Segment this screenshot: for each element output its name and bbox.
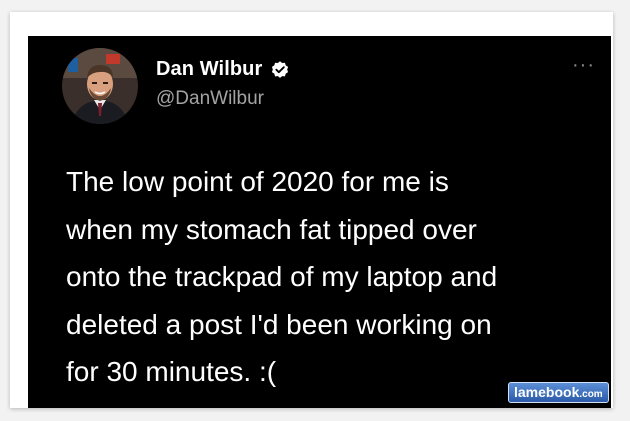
profile-photo-icon [62, 48, 138, 124]
watermark-name: lamebook [514, 384, 580, 400]
more-horizontal-icon[interactable]: ··· [572, 55, 595, 75]
avatar[interactable] [62, 48, 138, 124]
tweet-text: The low point of 2020 for me is when my … [66, 166, 498, 387]
watermark-tld: .com [579, 389, 603, 400]
author-name-row: Dan Wilbur [156, 58, 290, 81]
tweet-card: Dan Wilbur @DanWilbur ··· The low point … [28, 36, 611, 408]
lamebook-watermark: lamebook.com [508, 382, 609, 403]
author-display-name[interactable]: Dan Wilbur [156, 58, 262, 81]
screenshot-frame: Dan Wilbur @DanWilbur ··· The low point … [10, 12, 613, 408]
author-handle[interactable]: @DanWilbur [156, 88, 264, 110]
verified-badge-icon [270, 60, 290, 80]
